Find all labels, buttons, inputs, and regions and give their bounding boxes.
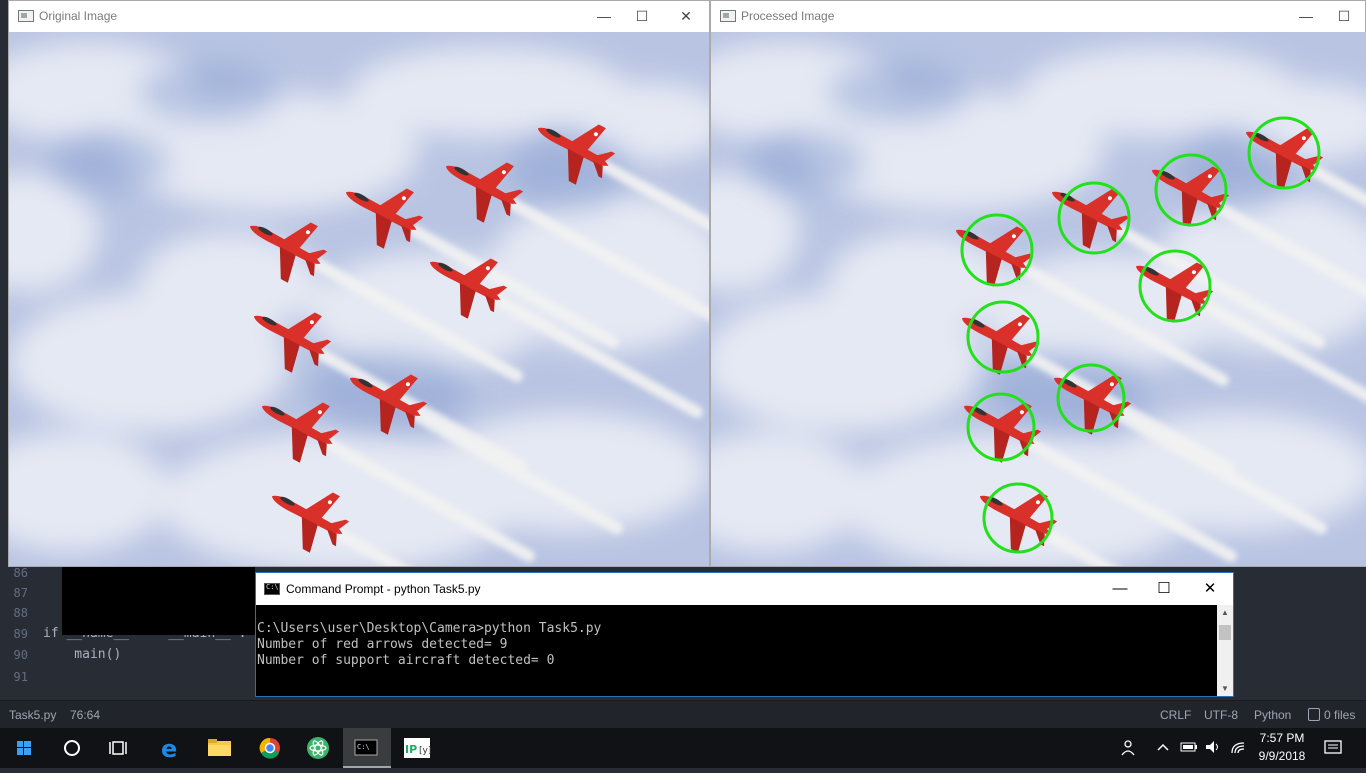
command-prompt-taskbar-button[interactable]: C:\: [343, 728, 391, 768]
wifi-icon[interactable]: [1230, 739, 1248, 755]
console-line: Number of red arrows detected= 9: [257, 637, 508, 652]
console-line: C:\Users\user\Desktop\Camera>python Task…: [257, 621, 602, 636]
edge-icon: e: [161, 735, 177, 763]
original-image-window: Original Image — ☐ ✕: [8, 0, 710, 567]
chevron-up-icon[interactable]: [1156, 740, 1170, 754]
window-titlebar[interactable]: Command Prompt - python Task5.py — ☐ ✕: [256, 573, 1233, 605]
window-title: Original Image: [39, 9, 118, 23]
cortana-button[interactable]: [48, 728, 96, 768]
scroll-up-icon[interactable]: ▲: [1217, 608, 1233, 617]
notifications-icon[interactable]: [1324, 739, 1342, 757]
window-icon: [720, 10, 736, 22]
atom-button[interactable]: [294, 728, 342, 768]
clock-time[interactable]: 7:57 PM: [1258, 731, 1306, 745]
task-view-icon: [109, 741, 127, 755]
taskbar: e C:\ IP [y] 7:57 PM 9/9/2018: [0, 728, 1366, 768]
scroll-down-icon[interactable]: ▼: [1217, 684, 1233, 693]
cmd-icon: [264, 583, 280, 595]
svg-text:e: e: [161, 735, 177, 763]
line-number: 87: [13, 586, 28, 600]
window-title: Command Prompt - python Task5.py: [286, 582, 481, 596]
status-file-name[interactable]: Task5.py: [9, 708, 56, 722]
window-titlebar[interactable]: Original Image — ☐ ✕: [9, 1, 709, 32]
original-image-canvas: [9, 32, 709, 566]
ipython-button[interactable]: IP [y]: [394, 728, 442, 768]
command-prompt-window: Command Prompt - python Task5.py — ☐ ✕ C…: [255, 572, 1234, 697]
processed-image-window: Processed Image — ☐: [710, 0, 1366, 567]
line-number: 90: [13, 648, 28, 662]
cortana-icon: [64, 740, 80, 756]
code-line[interactable]: main(): [43, 647, 121, 662]
edge-button[interactable]: e: [144, 728, 192, 768]
svg-text:C:\: C:\: [357, 743, 370, 751]
task-view-button[interactable]: [96, 728, 144, 768]
folder-icon: [208, 739, 231, 756]
people-icon[interactable]: [1120, 738, 1138, 758]
chrome-button[interactable]: [244, 728, 292, 768]
minimize-button[interactable]: —: [1097, 573, 1143, 605]
maximize-button[interactable]: ☐: [1141, 573, 1187, 605]
atom-icon: [307, 737, 329, 759]
ipython-icon: IP [y]: [404, 738, 431, 758]
status-encoding[interactable]: UTF-8: [1204, 708, 1238, 722]
close-button[interactable]: ✕: [663, 1, 709, 32]
cmd-icon: C:\: [354, 739, 378, 756]
status-grammar[interactable]: Python: [1254, 708, 1291, 722]
line-number: 88: [13, 606, 28, 620]
chrome-icon: [259, 737, 280, 759]
volume-icon[interactable]: [1204, 739, 1222, 755]
clock-date[interactable]: 9/9/2018: [1256, 749, 1308, 763]
window-icon: [18, 10, 34, 22]
line-number: 91: [13, 670, 28, 684]
battery-icon[interactable]: [1180, 741, 1198, 753]
window-titlebar[interactable]: Processed Image — ☐: [711, 1, 1365, 32]
svg-text:IP: IP: [405, 743, 417, 756]
status-cursor-position[interactable]: 76:64: [70, 708, 100, 722]
clouds: [9, 42, 709, 566]
window-title: Processed Image: [741, 9, 835, 23]
line-number: 89: [13, 627, 28, 641]
windows-logo-icon: [17, 741, 31, 755]
scrollbar-thumb[interactable]: [1219, 625, 1231, 640]
status-line-ending[interactable]: CRLF: [1160, 708, 1191, 722]
editor-status-bar: Task5.py 76:64 CRLF UTF-8 Python 0 files: [0, 700, 1366, 728]
console-line: Number of support aircraft detected= 0: [257, 653, 555, 668]
maximize-button[interactable]: ☐: [619, 1, 665, 32]
terminal-panel: [62, 567, 255, 635]
close-button[interactable]: ✕: [1187, 573, 1233, 605]
scrollbar[interactable]: ▲ ▼: [1217, 605, 1233, 696]
processed-image-canvas: [711, 32, 1366, 566]
file-explorer-button[interactable]: [196, 728, 244, 768]
svg-text:[y]: [y]: [419, 746, 431, 756]
maximize-button[interactable]: ☐: [1321, 1, 1366, 32]
start-button[interactable]: [0, 728, 48, 768]
line-number: 86: [13, 566, 28, 580]
file-icon: [1308, 708, 1320, 721]
status-files-count[interactable]: 0 files: [1324, 708, 1355, 722]
console-output[interactable]: C:\Users\user\Desktop\Camera>python Task…: [256, 605, 1217, 696]
